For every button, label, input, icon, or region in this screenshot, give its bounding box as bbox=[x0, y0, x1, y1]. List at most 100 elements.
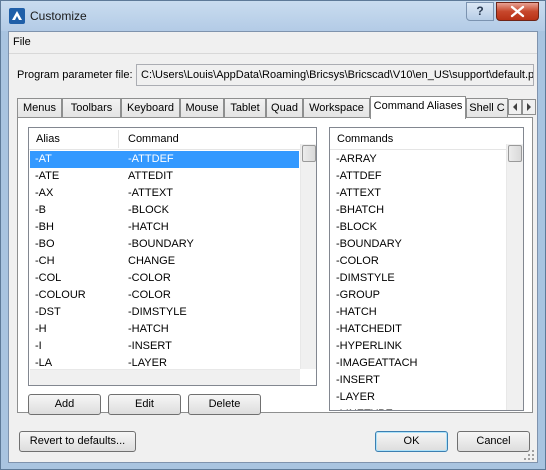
command-list-item[interactable]: -COLOR bbox=[331, 253, 505, 270]
alias-row[interactable]: -DST -DIMSTYLE bbox=[30, 304, 299, 321]
command-list-item[interactable]: -HATCHEDIT bbox=[331, 321, 505, 338]
edit-button[interactable]: Edit bbox=[108, 394, 181, 415]
alias-cell: -COL bbox=[35, 272, 62, 284]
command-list-item[interactable]: -HYPERLINK bbox=[331, 338, 505, 355]
revert-to-defaults-button[interactable]: Revert to defaults... bbox=[19, 431, 136, 452]
commands-list[interactable]: Commands -ARRAY -ATTDEF -ATTEXT -BHATCH -BLO… bbox=[329, 127, 524, 411]
alias-cell: -ATE bbox=[35, 170, 60, 182]
alias-row[interactable]: -H -HATCH bbox=[30, 321, 299, 338]
alias-cell: -H bbox=[35, 323, 47, 335]
alias-row[interactable]: -BH -HATCH bbox=[30, 219, 299, 236]
alias-row[interactable]: -AT -ATTDEF bbox=[30, 151, 299, 168]
alias-row[interactable]: -COLOUR -COLOR bbox=[30, 287, 299, 304]
alias-row[interactable]: -BO -BOUNDARY bbox=[30, 236, 299, 253]
command-name: -IMAGEATTACH bbox=[336, 357, 418, 369]
command-list-item[interactable]: -INSERT bbox=[331, 372, 505, 389]
tab-scroll-left[interactable] bbox=[508, 99, 522, 115]
add-button[interactable]: Add bbox=[28, 394, 101, 415]
command-name: -ATTEXT bbox=[336, 187, 382, 199]
resize-grip-icon[interactable] bbox=[523, 449, 535, 461]
commands-list-header: Commands bbox=[330, 128, 523, 150]
command-cell: -COLOR bbox=[128, 272, 171, 284]
command-list-item[interactable]: -GROUP bbox=[331, 287, 505, 304]
tab-quad[interactable]: Quad bbox=[266, 98, 303, 118]
command-list-item[interactable]: -BHATCH bbox=[331, 202, 505, 219]
command-aliases-page: Alias Command -AT -ATTDEF -ATE ATTEDIT -AX -A… bbox=[17, 117, 533, 415]
alias-row[interactable]: -COL -COLOR bbox=[30, 270, 299, 287]
menu-file[interactable]: File bbox=[13, 36, 31, 48]
chevron-right-icon bbox=[527, 103, 531, 111]
help-button[interactable]: ? bbox=[466, 2, 494, 21]
title-bar[interactable]: Customize ? bbox=[1, 1, 545, 31]
alias-list-header: Alias Command bbox=[29, 128, 316, 150]
command-list-item[interactable]: -BLOCK bbox=[331, 219, 505, 236]
command-list-item[interactable]: -LAYER bbox=[331, 389, 505, 406]
alias-row[interactable]: -CH CHANGE bbox=[30, 253, 299, 270]
tab-mouse[interactable]: Mouse bbox=[180, 98, 224, 118]
tab-tablet[interactable]: Tablet bbox=[224, 98, 266, 118]
column-separator[interactable] bbox=[118, 130, 119, 148]
dialog-client-area: File Program parameter file: C:\Users\Lo… bbox=[8, 31, 538, 463]
column-header-command[interactable]: Command bbox=[128, 133, 179, 145]
commands-list-vscrollbar[interactable] bbox=[506, 144, 523, 410]
tab-menus[interactable]: Menus bbox=[17, 98, 62, 118]
alias-cell: -LA bbox=[35, 357, 53, 369]
command-cell: ATTEDIT bbox=[128, 170, 174, 182]
tab-workspace[interactable]: Workspace bbox=[303, 98, 370, 118]
command-name: -LAYER bbox=[336, 391, 375, 403]
alias-row[interactable]: -ATE ATTEDIT bbox=[30, 168, 299, 185]
cancel-button[interactable]: Cancel bbox=[457, 431, 530, 452]
menu-bar: File bbox=[9, 32, 537, 54]
alias-cell: -AX bbox=[35, 187, 54, 199]
tab-shell-commands[interactable]: Shell C bbox=[466, 98, 508, 118]
ok-button[interactable]: OK bbox=[375, 431, 448, 452]
close-button[interactable] bbox=[496, 2, 539, 21]
tab-keyboard[interactable]: Keyboard bbox=[121, 98, 180, 118]
alias-row[interactable]: -B -BLOCK bbox=[30, 202, 299, 219]
param-file-label: Program parameter file: bbox=[17, 69, 133, 81]
command-cell: CHANGE bbox=[128, 255, 176, 267]
command-name: -BHATCH bbox=[336, 204, 385, 216]
command-name: -BOUNDARY bbox=[336, 238, 402, 250]
command-list-item[interactable]: -ATTEXT bbox=[331, 185, 505, 202]
tab-command-aliases[interactable]: Command Aliases bbox=[370, 96, 466, 119]
command-cell: -DIMSTYLE bbox=[128, 306, 187, 318]
command-list-item[interactable]: -ATTDEF bbox=[331, 168, 505, 185]
alias-row[interactable]: -I -INSERT bbox=[30, 338, 299, 355]
command-name: -HYPERLINK bbox=[336, 340, 403, 352]
command-name: -HATCHEDIT bbox=[336, 323, 402, 335]
command-list-item[interactable]: -BOUNDARY bbox=[331, 236, 505, 253]
alias-list-vscrollbar[interactable] bbox=[300, 144, 316, 369]
command-list-item[interactable]: -IMAGEATTACH bbox=[331, 355, 505, 372]
command-cell: -INSERT bbox=[128, 340, 172, 352]
command-list-item[interactable]: -ARRAY bbox=[331, 151, 505, 168]
command-name: -ARRAY bbox=[336, 153, 377, 165]
customize-window: Customize ? File Program parameter file:… bbox=[0, 0, 546, 470]
alias-cell: -CH bbox=[35, 255, 55, 267]
tab-toolbars[interactable]: Toolbars bbox=[62, 98, 121, 118]
alias-list-hscrollbar[interactable] bbox=[30, 369, 300, 385]
column-header-commands[interactable]: Commands bbox=[337, 133, 393, 145]
command-list-item[interactable]: -LINETYPE bbox=[331, 406, 505, 410]
scroll-thumb[interactable] bbox=[302, 145, 316, 162]
alias-cell: -BH bbox=[35, 221, 54, 233]
alias-list[interactable]: Alias Command -AT -ATTDEF -ATE ATTEDIT -AX -A… bbox=[28, 127, 317, 386]
command-list-item[interactable]: -HATCH bbox=[331, 304, 505, 321]
command-cell: -BOUNDARY bbox=[128, 238, 194, 250]
scroll-thumb[interactable] bbox=[508, 145, 522, 162]
command-cell: -ATTDEF bbox=[128, 153, 174, 165]
command-cell: -HATCH bbox=[128, 323, 169, 335]
command-list-item[interactable]: -DIMSTYLE bbox=[331, 270, 505, 287]
column-header-alias[interactable]: Alias bbox=[36, 133, 60, 145]
alias-row[interactable]: -AX -ATTEXT bbox=[30, 185, 299, 202]
command-name: -COLOR bbox=[336, 255, 379, 267]
param-file-field[interactable]: C:\Users\Louis\AppData\Roaming\Bricsys\B… bbox=[136, 64, 534, 86]
alias-cell: -DST bbox=[35, 306, 61, 318]
bricscad-app-icon bbox=[9, 8, 25, 24]
delete-button[interactable]: Delete bbox=[188, 394, 261, 415]
tab-scroll-right[interactable] bbox=[522, 99, 536, 115]
command-cell: -LAYER bbox=[128, 357, 167, 369]
command-cell: -COLOR bbox=[128, 289, 171, 301]
command-name: -GROUP bbox=[336, 289, 380, 301]
command-name: -INSERT bbox=[336, 374, 380, 386]
